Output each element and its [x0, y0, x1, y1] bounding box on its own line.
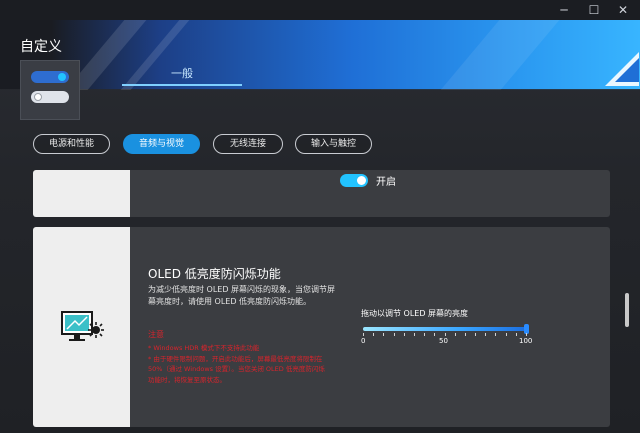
setting-panel-top: 开启 [33, 170, 610, 217]
slider-tick [404, 333, 405, 336]
slider-tick [363, 333, 364, 336]
minimize-button[interactable]: ─ [553, 2, 575, 18]
note-line: * 由于硬件限制问题，开启此功能后，屏幕最低亮度将限制在 50%（通过 Wind… [148, 354, 325, 384]
close-button[interactable]: ✕ [612, 2, 634, 18]
note-title: 注意 [148, 330, 164, 339]
maximize-button[interactable]: ☐ [583, 2, 605, 18]
scrollbar[interactable] [625, 293, 629, 327]
brightness-slider-label: 拖动以调节 OLED 屏幕的亮度 [361, 309, 469, 318]
slider-tick [475, 333, 476, 336]
subnav-input-touch[interactable]: 输入与触控 [295, 134, 372, 154]
slider-tick [455, 333, 456, 336]
brand-corner-icon [605, 52, 639, 86]
slider-tick [394, 333, 395, 336]
logo-toggle-icon [31, 71, 69, 83]
tick-label-mid: 50 [439, 337, 448, 345]
slider-tick [506, 333, 507, 336]
header: ─ ☐ ✕ 自定义 一般 [0, 0, 640, 116]
slider-tick [526, 333, 527, 336]
slider-tick [434, 333, 435, 336]
slider-tick [414, 333, 415, 336]
note-line: * Windows HDR 模式下不支持此功能 [148, 344, 260, 352]
panel-icon-area [33, 227, 130, 427]
page-title: 自定义 [20, 39, 62, 55]
customize-logo-icon [20, 60, 80, 120]
feature-toggle[interactable] [340, 174, 368, 187]
tick-label-max: 100 [519, 337, 533, 345]
slider-tick [445, 333, 446, 336]
slider-tick [485, 333, 486, 336]
logo-toggle-icon [31, 91, 69, 103]
toggle-label: 开启 [376, 177, 396, 188]
slider-tick [373, 333, 374, 336]
monitor-flicker-icon [61, 311, 104, 341]
panel-icon-area [33, 170, 130, 217]
subnav-wireless[interactable]: 无线连接 [213, 134, 283, 154]
note-body: * Windows HDR 模式下不支持此功能 * 由于硬件限制问题，开启此功能… [148, 343, 326, 385]
tab-general[interactable]: 一般 [122, 62, 242, 86]
oled-flicker-panel: OLED 低亮度防闪烁功能 为减少低亮度时 OLED 屏幕闪烁的现象，当您调节屏… [33, 227, 610, 427]
titlebar [0, 0, 640, 20]
slider-tick [383, 333, 384, 336]
subnav-power-performance[interactable]: 电源和性能 [33, 134, 110, 154]
tick-label-min: 0 [361, 337, 366, 345]
brightness-slider[interactable] [363, 324, 529, 334]
subnav-audio-visual[interactable]: 音频与视觉 [123, 134, 200, 154]
slider-tick [424, 333, 425, 336]
slider-tick [516, 333, 517, 336]
feature-title: OLED 低亮度防闪烁功能 [148, 267, 281, 281]
feature-description: 为减少低亮度时 OLED 屏幕闪烁的现象，当您调节屏幕亮度时，请使用 OLED … [148, 285, 336, 306]
slider-tick [465, 333, 466, 336]
slider-tick [495, 333, 496, 336]
